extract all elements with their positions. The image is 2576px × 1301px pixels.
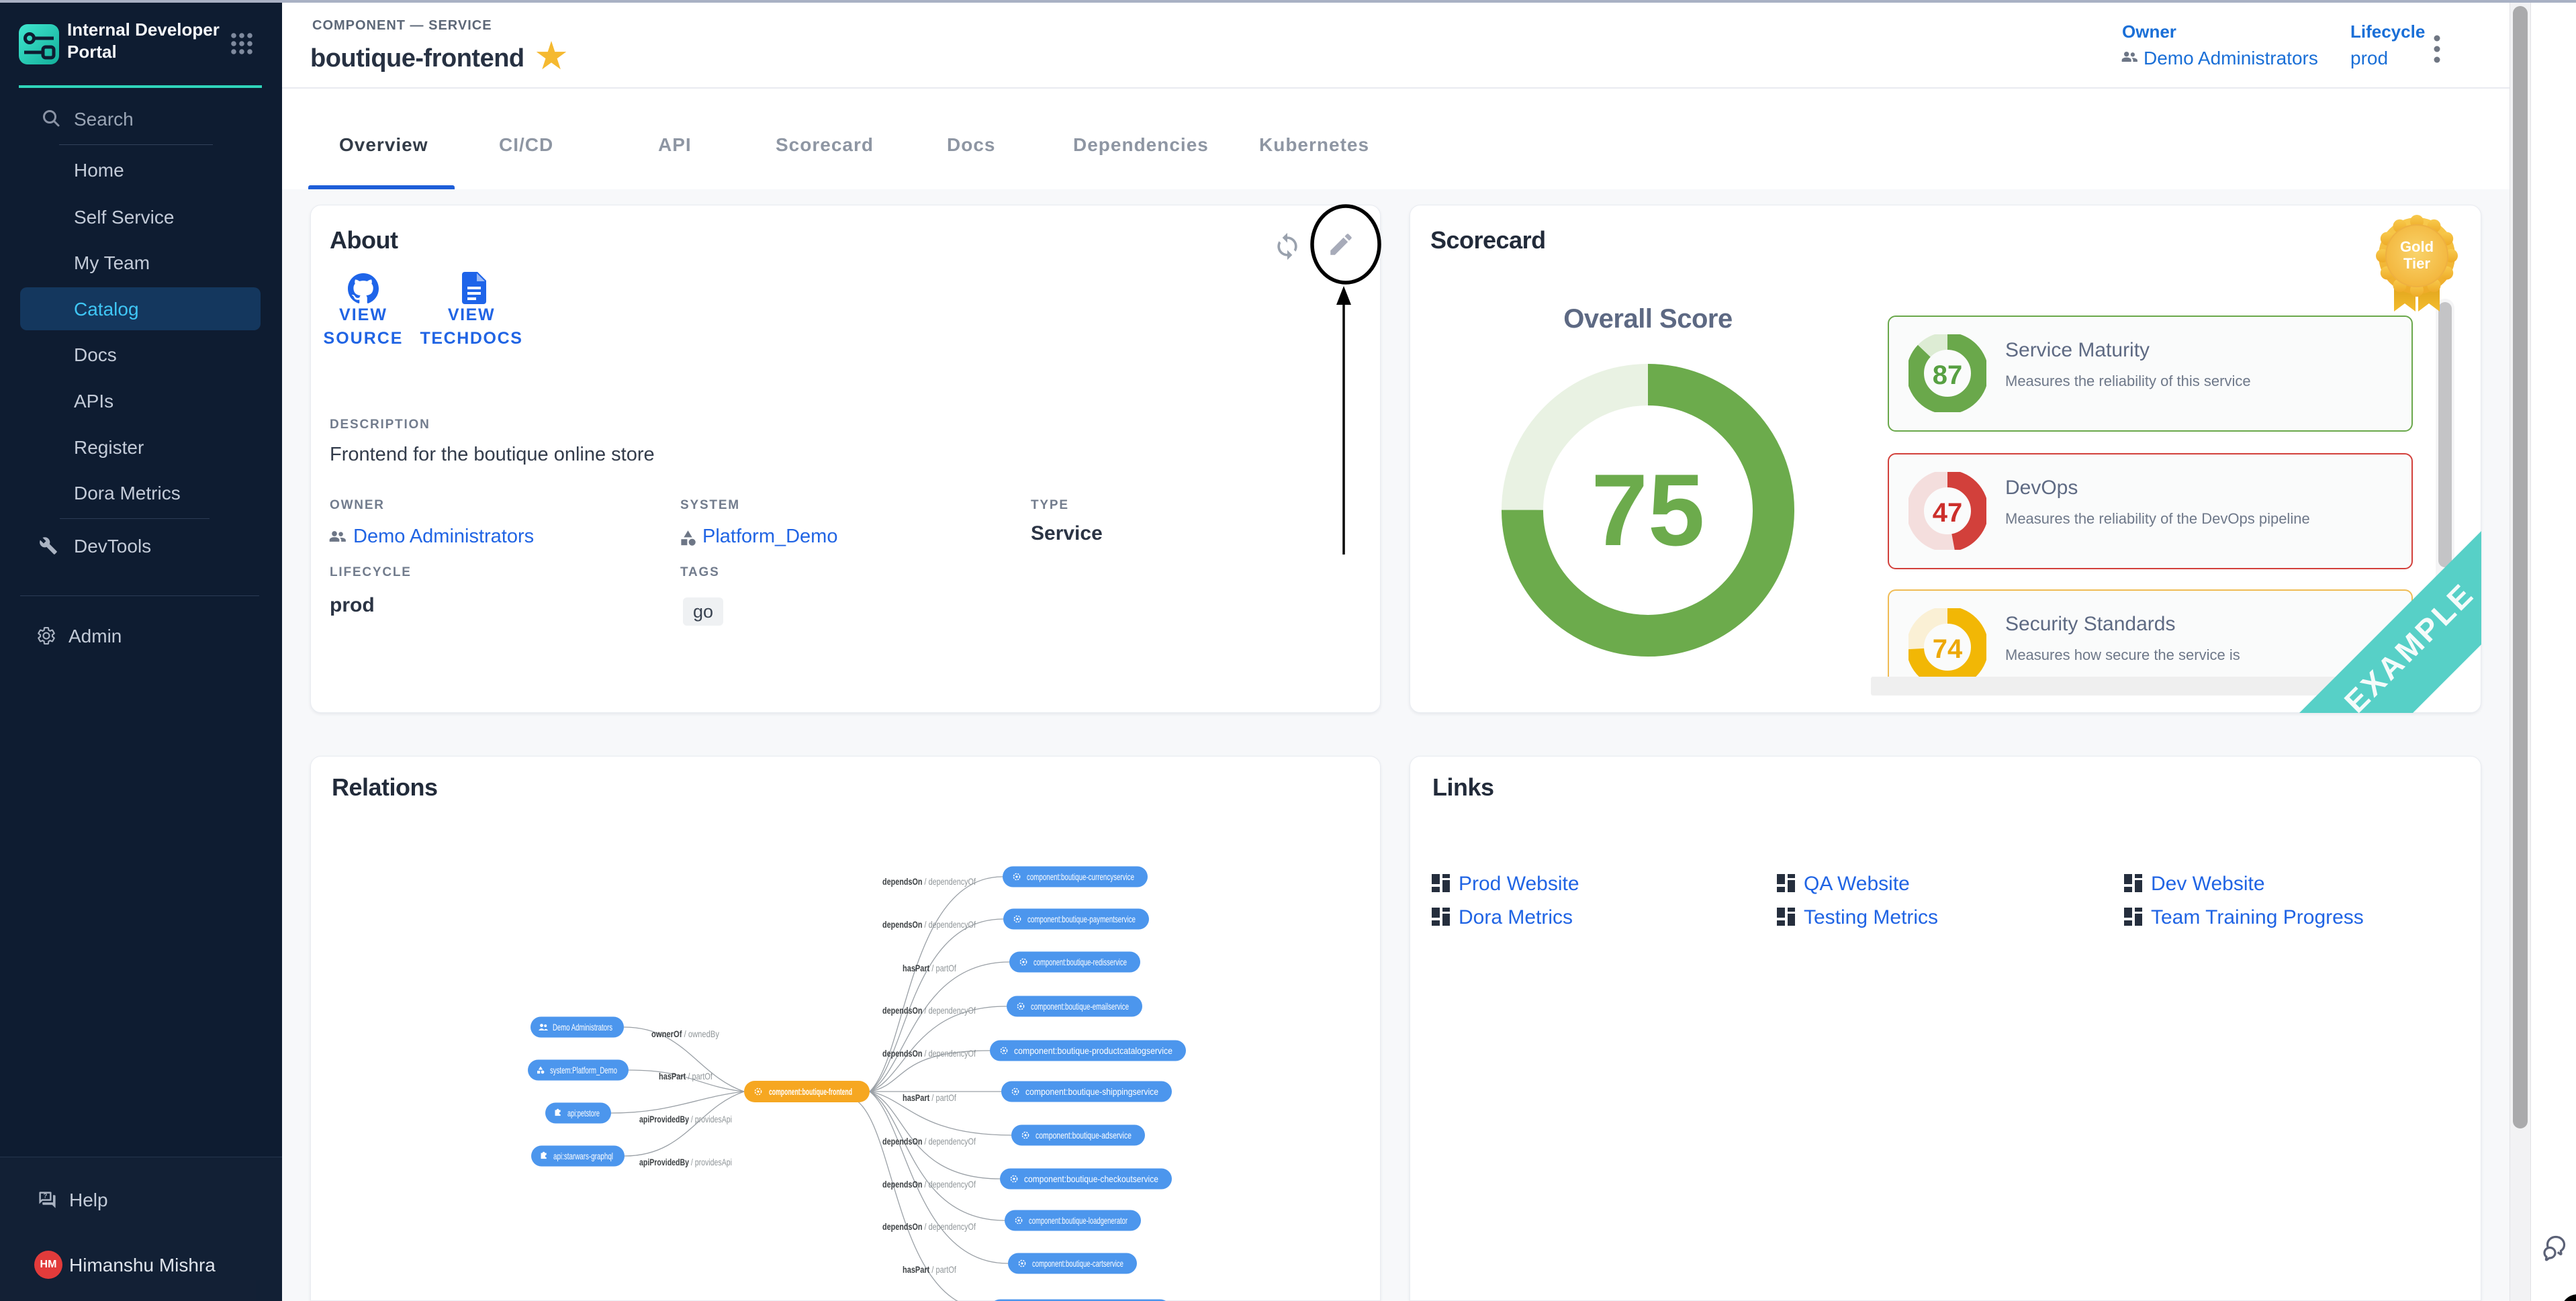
svg-text:dependsOn / dependencyOf: dependsOn / dependencyOf xyxy=(882,1179,976,1190)
svg-text:dependsOn / dependencyOf: dependsOn / dependencyOf xyxy=(882,1136,976,1147)
svg-text:dependsOn / dependencyOf: dependsOn / dependencyOf xyxy=(882,1048,976,1059)
svg-text:Demo Administrators: Demo Administrators xyxy=(553,1022,612,1032)
svg-text:dependsOn / dependencyOf: dependsOn / dependencyOf xyxy=(882,1005,976,1016)
svg-text:dependsOn / dependencyOf: dependsOn / dependencyOf xyxy=(882,919,976,930)
svg-text:api:starwars-graphql: api:starwars-graphql xyxy=(553,1151,613,1161)
svg-text:component:boutique-loadgenerat: component:boutique-loadgenerator xyxy=(1029,1215,1128,1226)
svg-text:component:boutique-checkoutser: component:boutique-checkoutservice xyxy=(1024,1173,1158,1184)
svg-text:component:boutique-currencyser: component:boutique-currencyservice xyxy=(1027,871,1134,882)
svg-text:dependsOn / dependencyOf: dependsOn / dependencyOf xyxy=(882,1221,976,1232)
svg-text:system:Platform_Demo: system:Platform_Demo xyxy=(550,1065,617,1075)
svg-text:apiProvidedBy / providesApi: apiProvidedBy / providesApi xyxy=(639,1157,732,1167)
svg-text:api:petstore: api:petstore xyxy=(567,1108,600,1118)
svg-text:component:boutique-frontend: component:boutique-frontend xyxy=(769,1086,852,1097)
svg-text:ownerOf / ownedBy: ownerOf / ownedBy xyxy=(651,1028,719,1039)
svg-text:component:boutique-emailservic: component:boutique-emailservice xyxy=(1031,1001,1129,1012)
svg-text:apiProvidedBy / providesApi: apiProvidedBy / providesApi xyxy=(639,1114,732,1124)
svg-text:hasPart / partOf: hasPart / partOf xyxy=(903,1264,956,1275)
svg-text:component:boutique-redisservic: component:boutique-redisservice xyxy=(1033,957,1127,967)
svg-text:hasPart / partOf: hasPart / partOf xyxy=(659,1071,712,1081)
svg-text:hasPart / partOf: hasPart / partOf xyxy=(903,963,956,973)
svg-text:dependsOn / dependencyOf: dependsOn / dependencyOf xyxy=(882,876,976,887)
svg-text:component:boutique-adservice: component:boutique-adservice xyxy=(1036,1130,1132,1141)
svg-text:component:boutique-cartservice: component:boutique-cartservice xyxy=(1032,1258,1123,1269)
svg-text:component:boutique-paymentserv: component:boutique-paymentservice xyxy=(1027,914,1136,924)
svg-text:?: ? xyxy=(44,1193,48,1200)
svg-text:component:boutique-productcata: component:boutique-productcatalogservice xyxy=(1014,1045,1172,1056)
svg-text:hasPart / partOf: hasPart / partOf xyxy=(903,1092,956,1103)
svg-text:component:boutique-shippingser: component:boutique-shippingservice xyxy=(1025,1086,1158,1097)
